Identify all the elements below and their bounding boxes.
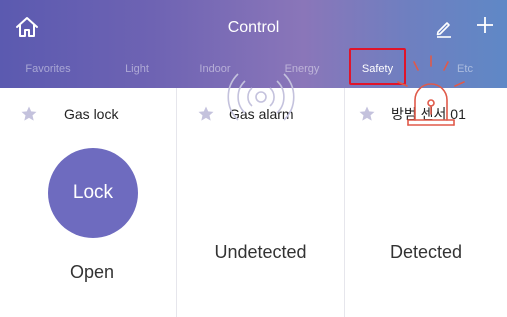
page-title: Control: [227, 19, 280, 36]
star-icon[interactable]: [358, 105, 376, 123]
star-icon[interactable]: [197, 105, 215, 123]
card-gas-lock: Gas lock Lock Open: [0, 88, 176, 317]
card-title: Gas lock: [64, 106, 119, 122]
status-text: Detected: [389, 242, 463, 262]
siren-icon: [397, 55, 465, 126]
plus-icon[interactable]: [474, 14, 496, 36]
status-text: Open: [69, 262, 115, 282]
star-icon[interactable]: [20, 105, 38, 123]
status-text: Undetected: [214, 242, 307, 262]
tab-light[interactable]: Light: [112, 59, 162, 79]
signal-waves-icon: [227, 73, 295, 121]
lock-button[interactable]: Lock: [48, 148, 138, 238]
tab-favorites[interactable]: Favorites: [18, 59, 78, 79]
top-bar: Control: [0, 0, 507, 52]
pencil-icon[interactable]: [434, 18, 454, 38]
